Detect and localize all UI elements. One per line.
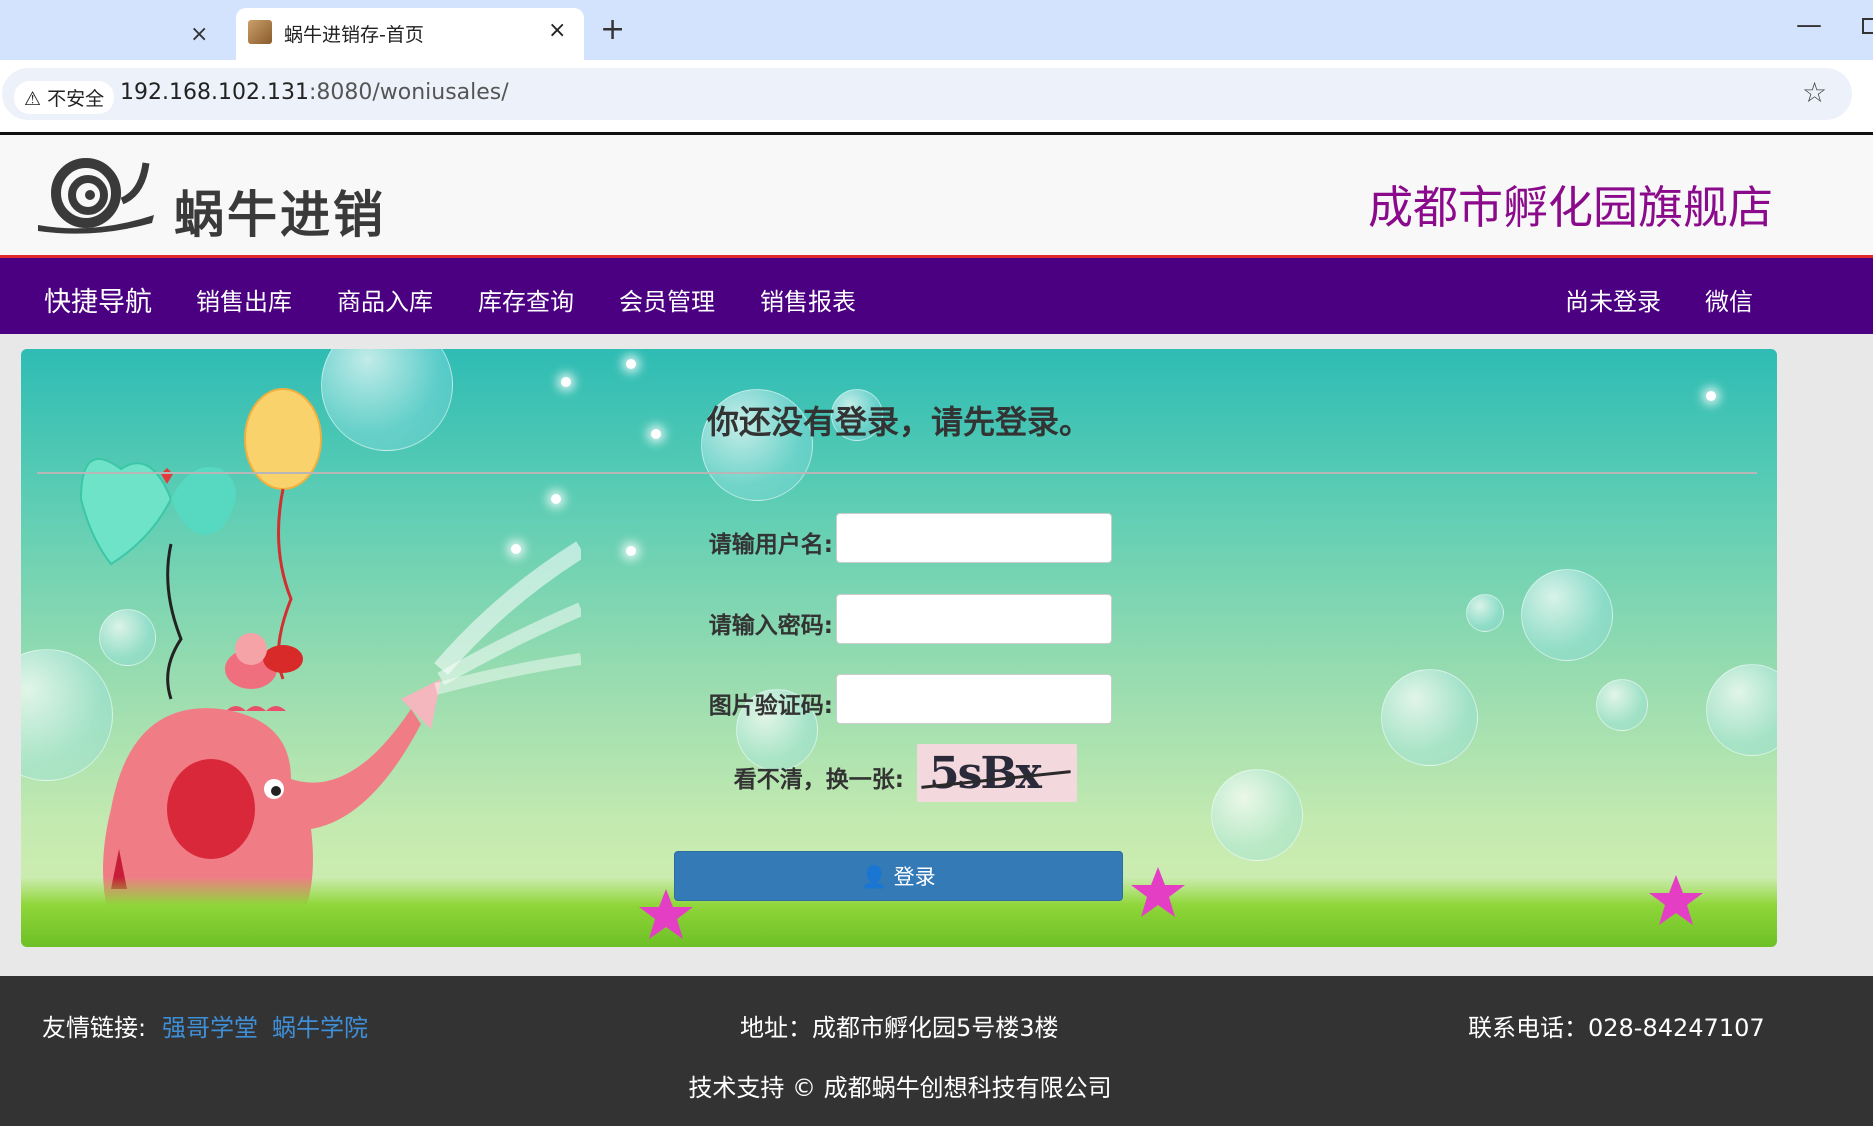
login-heading: 你还没有登录，请先登录。 bbox=[706, 403, 1091, 441]
nav-item-sales-out[interactable]: 销售出库 bbox=[196, 282, 292, 317]
site-header: 蜗牛进销存 成都市孵化园旗舰店 bbox=[0, 135, 1873, 316]
bubble-decoration bbox=[1706, 664, 1777, 756]
bubble-decoration bbox=[1596, 679, 1648, 731]
security-indicator[interactable]: ⚠ 不安全 bbox=[14, 81, 115, 114]
site-footer: 友情链接: 强哥学堂 蜗牛学院 地址：成都市孵化园5号楼3楼 联系电话：028-… bbox=[0, 976, 1873, 1126]
url-field[interactable]: ⚠ 不安全 192.168.102.131:8080/woniusales/ ☆ bbox=[2, 68, 1852, 120]
nav-brand[interactable]: 快捷导航 bbox=[44, 280, 152, 319]
footer-phone: 联系电话：028-84247107 bbox=[1468, 1014, 1765, 1042]
main-navbar: 快捷导航 销售出库 商品入库 库存查询 会员管理 销售报表 尚未登录 微信 bbox=[0, 258, 1873, 334]
footer-address: 地址：成都市孵化园5号楼3楼 bbox=[740, 1014, 1059, 1042]
bubble-decoration bbox=[1381, 669, 1478, 766]
tab-title: 蜗牛进销存-首页 bbox=[284, 24, 424, 46]
favicon-icon bbox=[248, 20, 272, 44]
username-input[interactable] bbox=[836, 513, 1112, 563]
friend-link-qiangge[interactable]: 强哥学堂 bbox=[162, 1008, 258, 1043]
captcha-image[interactable]: 5sBx bbox=[917, 744, 1077, 802]
captcha-text: 5sBx bbox=[929, 748, 1042, 799]
username-label: 请输用户名: bbox=[708, 532, 833, 558]
bookmark-star-icon[interactable]: ☆ bbox=[1802, 76, 1827, 109]
restore-icon[interactable] bbox=[1862, 18, 1873, 34]
nav-item-goods-in[interactable]: 商品入库 bbox=[337, 282, 433, 317]
url-host: 192.168.102.131 bbox=[120, 80, 309, 105]
nav-item-sales-report[interactable]: 销售报表 bbox=[760, 282, 856, 317]
nav-item-members[interactable]: 会员管理 bbox=[619, 282, 715, 317]
browser-tab-bar: × 蜗牛进销存-首页 × + — bbox=[0, 0, 1873, 60]
user-icon: 👤 bbox=[861, 865, 888, 889]
password-label: 请输入密码: bbox=[708, 613, 833, 639]
nav-item-stock-query[interactable]: 库存查询 bbox=[478, 282, 574, 317]
login-panel: 你还没有登录，请先登录。 请输用户名: 请输入密码: 图片验证码: 看不清，换一… bbox=[21, 349, 1777, 947]
bubble-decoration bbox=[1466, 594, 1504, 632]
url-text[interactable]: 192.168.102.131:8080/woniusales/ bbox=[120, 80, 509, 105]
bubble-decoration bbox=[1521, 569, 1613, 661]
close-icon[interactable]: × bbox=[548, 18, 566, 43]
friend-link-woniu[interactable]: 蜗牛学院 bbox=[272, 1008, 368, 1043]
captcha-input[interactable] bbox=[836, 674, 1112, 724]
warning-icon: ⚠ bbox=[24, 88, 42, 110]
store-name: 成都市孵化园旗舰店 bbox=[1368, 181, 1774, 234]
login-button[interactable]: 👤 登录 bbox=[674, 851, 1123, 901]
refresh-captcha-label: 看不清，换一张: bbox=[733, 767, 904, 793]
nav-item-login-status[interactable]: 尚未登录 bbox=[1565, 282, 1661, 317]
friend-links-label: 友情链接: bbox=[42, 1014, 147, 1042]
heading-divider bbox=[37, 472, 1757, 474]
main-content: 你还没有登录，请先登录。 请输用户名: 请输入密码: 图片验证码: 看不清，换一… bbox=[0, 334, 1873, 976]
url-path: :8080/woniusales/ bbox=[308, 80, 509, 105]
new-tab-button[interactable]: + bbox=[600, 12, 625, 47]
snail-logo-icon bbox=[38, 158, 154, 234]
browser-tab-inactive[interactable]: × bbox=[0, 8, 230, 60]
site-logo[interactable]: 蜗牛进销存 bbox=[34, 153, 434, 316]
login-button-label: 登录 bbox=[893, 865, 936, 889]
insecure-label: 不安全 bbox=[47, 88, 105, 110]
address-bar: ⚠ 不安全 192.168.102.131:8080/woniusales/ ☆ bbox=[0, 60, 1873, 132]
password-input[interactable] bbox=[836, 594, 1112, 644]
nav-item-wechat[interactable]: 微信 bbox=[1705, 282, 1753, 317]
close-icon[interactable]: × bbox=[190, 22, 208, 47]
page-bottom-strip bbox=[0, 1126, 1873, 1134]
footer-copyright: 技术支持 © 成都蜗牛创想科技有限公司 bbox=[688, 1074, 1112, 1102]
minimize-button[interactable]: — bbox=[1796, 10, 1822, 40]
browser-tab-active[interactable]: 蜗牛进销存-首页 × bbox=[236, 8, 584, 60]
sparkle-decoration bbox=[626, 359, 636, 369]
captcha-label: 图片验证码: bbox=[708, 693, 833, 719]
